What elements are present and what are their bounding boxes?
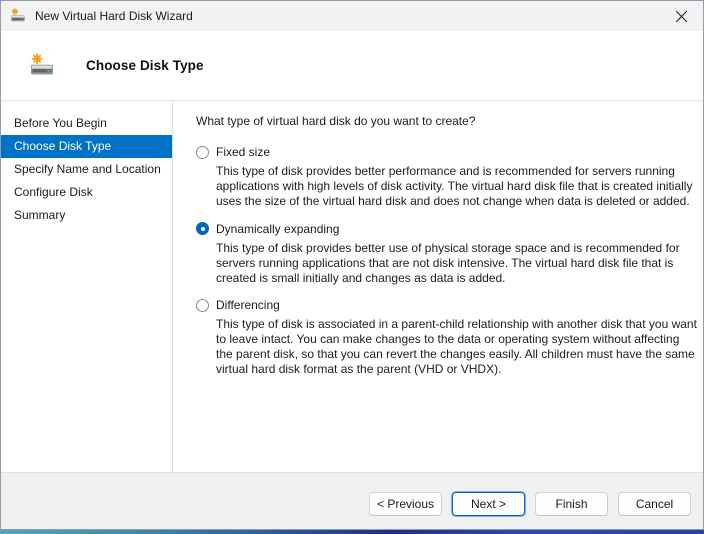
radio-option-fixed-size[interactable]: Fixed size bbox=[196, 145, 697, 159]
sidebar-item-configure-disk[interactable]: Configure Disk bbox=[1, 181, 172, 204]
option-description: This type of disk provides better perfor… bbox=[216, 164, 697, 209]
page-header: Choose Disk Type bbox=[1, 31, 703, 101]
sidebar-item-summary[interactable]: Summary bbox=[1, 204, 172, 227]
wizard-steps-sidebar: Before You Begin Choose Disk Type Specif… bbox=[1, 101, 173, 472]
new-disk-icon bbox=[29, 53, 55, 79]
radio-option-differencing[interactable]: Differencing bbox=[196, 298, 697, 312]
sidebar-item-before-you-begin[interactable]: Before You Begin bbox=[1, 112, 172, 135]
previous-button[interactable]: < Previous bbox=[369, 492, 442, 516]
button-bar: < Previous Next > Finish Cancel bbox=[1, 472, 703, 529]
wizard-window: New Virtual Hard Disk Wizard bbox=[0, 0, 704, 530]
close-button[interactable] bbox=[659, 1, 703, 31]
question-text: What type of virtual hard disk do you wa… bbox=[196, 114, 697, 128]
radio-option-dynamically-expanding[interactable]: Dynamically expanding bbox=[196, 222, 697, 236]
screen: New Virtual Hard Disk Wizard bbox=[0, 0, 704, 534]
radio-button-icon[interactable] bbox=[196, 146, 209, 159]
radio-label[interactable]: Differencing bbox=[216, 298, 280, 312]
wizard-body: Before You Begin Choose Disk Type Specif… bbox=[1, 101, 703, 472]
next-button[interactable]: Next > bbox=[452, 492, 525, 516]
page-title: Choose Disk Type bbox=[86, 58, 204, 73]
cancel-button[interactable]: Cancel bbox=[618, 492, 691, 516]
sidebar-item-choose-disk-type[interactable]: Choose Disk Type bbox=[1, 135, 172, 158]
new-disk-icon bbox=[10, 8, 26, 24]
window-title: New Virtual Hard Disk Wizard bbox=[35, 9, 193, 23]
radio-label[interactable]: Fixed size bbox=[216, 145, 270, 159]
title-bar: New Virtual Hard Disk Wizard bbox=[1, 1, 703, 31]
close-icon bbox=[675, 10, 688, 23]
option-description: This type of disk provides better use of… bbox=[216, 241, 697, 286]
finish-button[interactable]: Finish bbox=[535, 492, 608, 516]
page-content: What type of virtual hard disk do you wa… bbox=[173, 101, 703, 472]
option-description: This type of disk is associated in a par… bbox=[216, 317, 697, 377]
sidebar-item-specify-name-and-location[interactable]: Specify Name and Location bbox=[1, 158, 172, 181]
radio-button-icon[interactable] bbox=[196, 299, 209, 312]
radio-button-icon[interactable] bbox=[196, 222, 209, 235]
radio-label[interactable]: Dynamically expanding bbox=[216, 222, 339, 236]
